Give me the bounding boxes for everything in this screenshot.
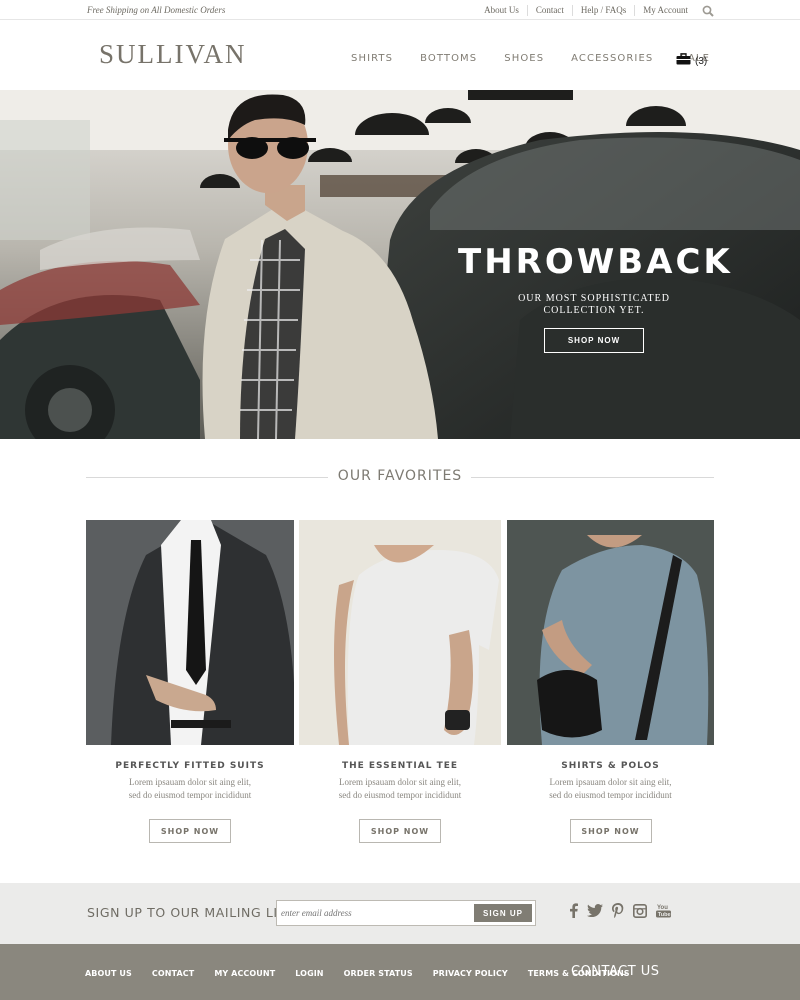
footer-privacy-policy-link[interactable]: PRIVACY POLICY — [433, 969, 508, 978]
facebook-icon[interactable] — [569, 903, 578, 918]
contact-link[interactable]: Contact — [526, 4, 572, 16]
hero-shop-now-button[interactable]: SHOP NOW — [544, 328, 644, 353]
briefcase-icon — [676, 52, 691, 70]
product-description: Lorem ipsauam dolor sit aing elit, sed d… — [86, 776, 294, 802]
hero-headline: THROWBACK — [458, 242, 733, 282]
shop-now-button[interactable]: SHOP NOW — [359, 819, 441, 843]
hero-banner: THROWBACK OUR MOST SOPHISTICATED COLLECT… — [0, 90, 800, 439]
favorites-title: OUR FAVORITES — [337, 468, 463, 484]
nav-shirts[interactable]: SHIRTS — [351, 53, 393, 64]
svg-text:Tube: Tube — [658, 912, 671, 918]
mailing-form: SIGN UP — [276, 900, 536, 926]
help-faqs-link[interactable]: Help / FAQs — [571, 4, 634, 16]
pinterest-icon[interactable] — [612, 903, 624, 918]
search-icon[interactable] — [702, 4, 714, 17]
description-line: Lorem ipsauam dolor sit aing elit, — [549, 777, 672, 787]
social-links: You Tube — [569, 903, 680, 918]
footer-links: ABOUT US CONTACT MY ACCOUNT LOGIN ORDER … — [85, 969, 650, 978]
hero-subline-2: COLLECTION YET. — [543, 305, 645, 316]
hero-subline: OUR MOST SOPHISTICATED COLLECTION YET. — [494, 293, 694, 317]
description-line: sed do eiusmod tempor incididunt — [549, 790, 672, 800]
description-line: sed do eiusmod tempor incididunt — [338, 790, 462, 800]
product-image-suits[interactable] — [86, 520, 294, 745]
about-us-link[interactable]: About Us — [476, 5, 527, 16]
shipping-promo: Free Shipping on All Domestic Orders — [87, 5, 226, 15]
site-logo[interactable]: SULLIVAN — [99, 39, 247, 70]
mailing-list-bar: SIGN UP TO OUR MAILING LIST SIGN UP YouT… — [0, 883, 800, 944]
youtube-icon[interactable]: You Tube — [656, 903, 671, 918]
footer-order-status-link[interactable]: ORDER STATUS — [344, 969, 413, 978]
description-line: sed do eiusmod tempor incididunt — [128, 790, 252, 800]
footer-my-account-link[interactable]: MY ACCOUNT — [214, 969, 275, 978]
favorites-heading: OUR FAVORITES — [86, 467, 714, 487]
utility-bar: Free Shipping on All Domestic Orders Abo… — [0, 0, 800, 20]
shop-now-button[interactable]: SHOP NOW — [569, 819, 652, 843]
hero-subline-1: OUR MOST SOPHISTICATED — [518, 293, 670, 304]
footer-login-link[interactable]: LOGIN — [295, 969, 323, 978]
nav-accessories[interactable]: ACCESSORIES — [571, 53, 653, 64]
product-image-tee[interactable] — [299, 520, 501, 745]
shop-now-button[interactable]: SHOP NOW — [149, 819, 231, 843]
product-image-shirts[interactable] — [507, 520, 714, 745]
product-title[interactable]: SHIRTS & POLOS — [507, 761, 714, 771]
product-card-suits: PERFECTLY FITTED SUITS Lorem ipsauam dol… — [86, 520, 294, 843]
footer-contact-us[interactable]: CONTACT US — [571, 964, 660, 979]
my-account-link[interactable]: My Account — [634, 4, 696, 16]
nav-bottoms[interactable]: BOTTOMS — [420, 53, 477, 64]
product-title[interactable]: PERFECTLY FITTED SUITS — [86, 761, 294, 771]
site-header: SULLIVAN SHIRTS BOTTOMS SHOES ACCESSORIE… — [0, 20, 800, 90]
product-description: Lorem ipsauam dolor sit aing elit, sed d… — [507, 776, 714, 802]
product-card-tee: THE ESSENTIAL TEE Lorem ipsauam dolor si… — [299, 520, 501, 843]
signup-button[interactable]: SIGN UP — [474, 904, 532, 922]
product-title[interactable]: THE ESSENTIAL TEE — [299, 761, 501, 771]
utility-links: About Us Contact Help / FAQs My Account — [476, 4, 714, 17]
site-footer: ABOUT US CONTACT MY ACCOUNT LOGIN ORDER … — [0, 944, 800, 1000]
email-input[interactable] — [281, 905, 471, 921]
footer-about-us-link[interactable]: ABOUT US — [85, 969, 132, 978]
mailing-list-label: SIGN UP TO OUR MAILING LIST — [87, 905, 295, 920]
product-card-shirts: SHIRTS & POLOS Lorem ipsauam dolor sit a… — [507, 520, 714, 843]
description-line: Lorem ipsauam dolor sit aing elit, — [339, 777, 461, 787]
cart-button[interactable]: (3) — [676, 52, 707, 70]
footer-contact-link[interactable]: CONTACT — [152, 969, 194, 978]
product-description: Lorem ipsauam dolor sit aing elit, sed d… — [299, 776, 501, 802]
divider — [471, 477, 714, 478]
description-line: Lorem ipsauam dolor sit aing elit, — [129, 777, 251, 787]
svg-text:You: You — [657, 905, 668, 911]
twitter-icon[interactable] — [587, 904, 603, 917]
cart-count: (3) — [695, 55, 708, 67]
nav-shoes[interactable]: SHOES — [504, 53, 544, 64]
instagram-icon[interactable] — [633, 903, 647, 918]
